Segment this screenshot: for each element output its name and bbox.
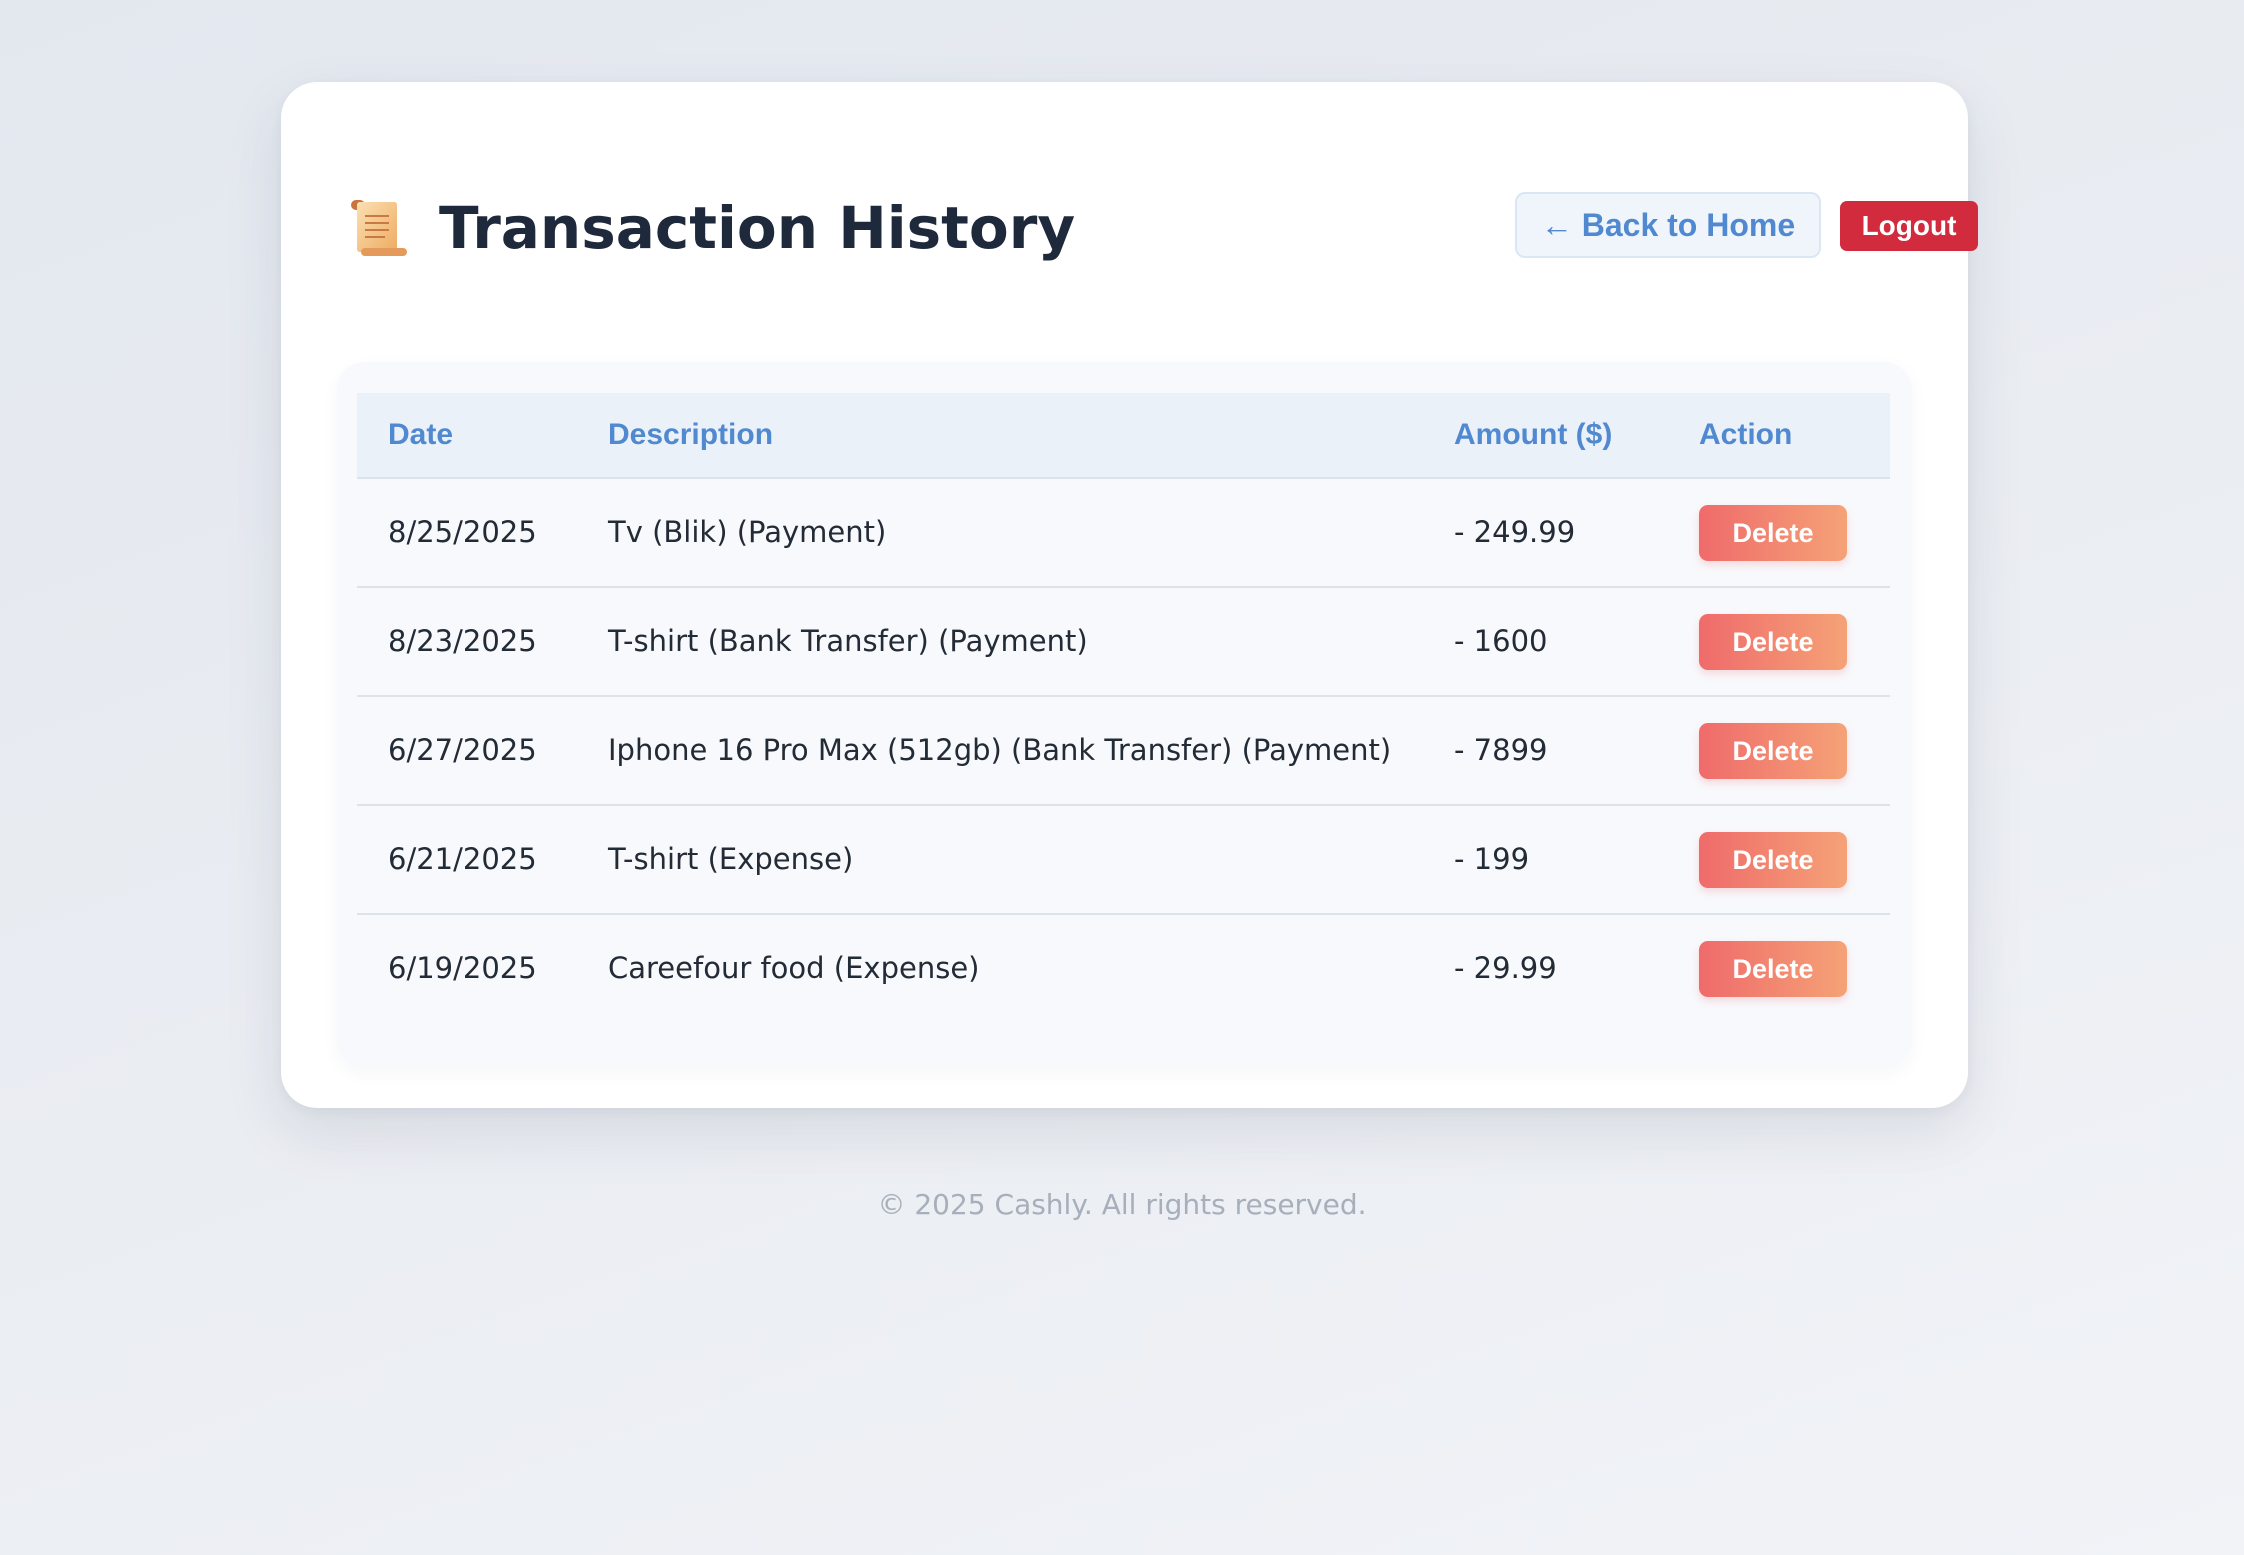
- column-header-amount: Amount ($): [1454, 418, 1613, 451]
- table-row: 6/19/2025 Careefour food (Expense) - 29.…: [357, 915, 1890, 1022]
- back-to-home-button[interactable]: ← Back to Home: [1515, 192, 1821, 258]
- delete-button[interactable]: Delete: [1699, 614, 1847, 670]
- cell-description: T-shirt (Bank Transfer) (Payment): [608, 624, 1088, 658]
- title-group: Transaction History: [347, 192, 1075, 264]
- table-row: 6/27/2025 Iphone 16 Pro Max (512gb) (Ban…: [357, 697, 1890, 806]
- cell-amount: - 249.99: [1454, 515, 1576, 549]
- cell-amount: - 199: [1454, 842, 1530, 876]
- delete-button[interactable]: Delete: [1699, 941, 1847, 997]
- cell-date: 6/19/2025: [388, 951, 537, 985]
- table-row: 6/21/2025 T-shirt (Expense) - 199 Delete: [357, 806, 1890, 915]
- table-row: 8/23/2025 T-shirt (Bank Transfer) (Payme…: [357, 588, 1890, 697]
- cell-amount: - 29.99: [1454, 951, 1557, 985]
- delete-button[interactable]: Delete: [1699, 832, 1847, 888]
- delete-button[interactable]: Delete: [1699, 505, 1847, 561]
- column-header-action: Action: [1699, 418, 1793, 451]
- table-header: Date Description Amount ($) Action: [357, 393, 1890, 479]
- cell-date: 6/27/2025: [388, 733, 537, 767]
- logout-button[interactable]: Logout: [1840, 201, 1978, 251]
- cell-amount: - 1600: [1454, 624, 1548, 658]
- table-row: 8/25/2025 Tv (Blik) (Payment) - 249.99 D…: [357, 479, 1890, 588]
- footer-copyright: © 2025 Cashly. All rights reserved.: [877, 1188, 1367, 1221]
- table-panel: Date Description Amount ($) Action 8/25/…: [337, 362, 1912, 1068]
- cell-description: T-shirt (Expense): [608, 842, 854, 876]
- delete-button[interactable]: Delete: [1699, 723, 1847, 779]
- cell-description: Tv (Blik) (Payment): [608, 515, 887, 549]
- page-title: Transaction History: [439, 194, 1076, 262]
- cell-date: 8/25/2025: [388, 515, 537, 549]
- transactions-table: Date Description Amount ($) Action 8/25/…: [357, 393, 1890, 1022]
- page-header: Transaction History ← Back to Home Logou…: [347, 192, 1978, 264]
- cell-date: 8/23/2025: [388, 624, 537, 658]
- cell-description: Careefour food (Expense): [608, 951, 980, 985]
- cell-date: 6/21/2025: [388, 842, 537, 876]
- column-header-description: Description: [608, 418, 774, 451]
- transaction-card: Transaction History ← Back to Home Logou…: [281, 82, 1978, 1108]
- scroll-icon: [351, 200, 407, 256]
- cell-description: Iphone 16 Pro Max (512gb) (Bank Transfer…: [608, 733, 1392, 767]
- column-header-date: Date: [388, 418, 454, 451]
- cell-amount: - 7899: [1454, 733, 1548, 767]
